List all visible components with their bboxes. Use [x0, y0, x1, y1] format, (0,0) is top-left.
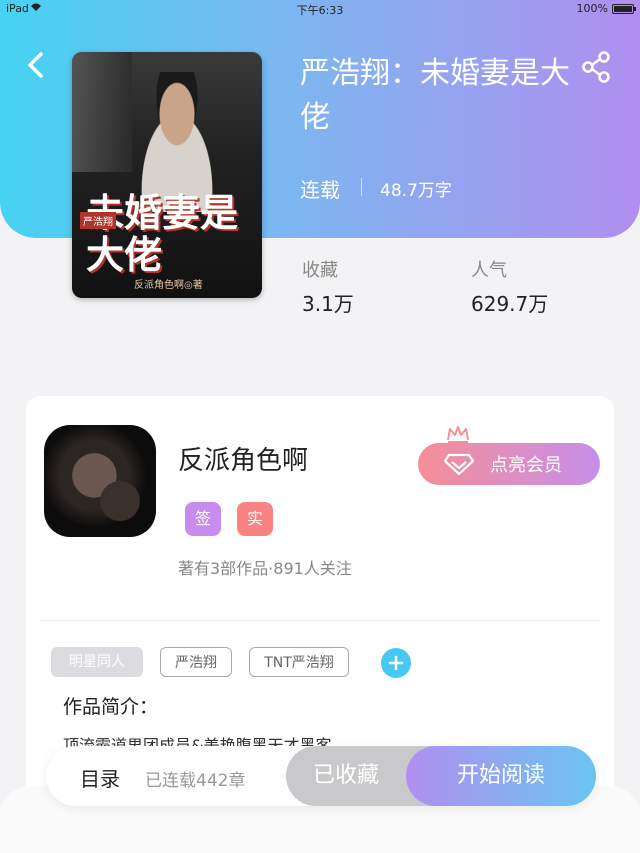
cover-title: 未婚妻是大佬 [86, 190, 239, 277]
cover-author: 反派角色啊◎著 [134, 280, 203, 291]
cover-series-tag: 严浩翔 [80, 212, 116, 229]
diamond-icon [444, 453, 474, 475]
word-count: 48.7万字 [380, 181, 452, 201]
status-bar: iPad 下午6:33 100% [0, 0, 640, 18]
divider [361, 178, 362, 196]
favorites-value: 3.1万 [302, 292, 354, 316]
book-cover[interactable]: 未婚妻是大佬 严浩翔 反派角色啊◎著 [72, 52, 262, 298]
add-tag-button[interactable] [381, 648, 411, 678]
popularity-value: 629.7万 [471, 292, 549, 316]
plus-icon [388, 655, 404, 671]
back-button[interactable] [20, 48, 54, 82]
popularity-label: 人气 [471, 260, 507, 281]
book-title: 严浩翔：未婚妻是大佬 [300, 56, 570, 135]
tag-item[interactable]: 明星同人 [51, 647, 143, 677]
chevron-left-icon [28, 52, 43, 78]
signed-badge: 签 [185, 502, 221, 536]
divider [40, 620, 600, 621]
verified-badge: 实 [237, 502, 273, 536]
toc-button[interactable]: 目录 [80, 763, 120, 792]
author-stats: 著有3部作品·891人关注 [178, 559, 352, 578]
vip-button-label: 点亮会员 [490, 455, 562, 476]
book-status: 连载 [300, 178, 340, 202]
favorites-label: 收藏 [302, 260, 338, 281]
chapter-count[interactable]: 已连载442章 [145, 766, 245, 791]
author-name[interactable]: 反派角色啊 [178, 440, 308, 477]
tag-item[interactable]: 严浩翔 [160, 647, 232, 677]
status-time: 下午6:33 [296, 4, 344, 17]
battery-icon [612, 3, 636, 14]
vip-button[interactable]: 点亮会员 [418, 443, 600, 485]
battery-percent: 100% [576, 2, 608, 15]
tag-item[interactable]: TNT严浩翔 [249, 647, 349, 677]
author-avatar[interactable] [44, 425, 156, 537]
start-reading-button[interactable]: 开始阅读 [406, 746, 596, 806]
crown-icon [447, 426, 469, 443]
share-button[interactable] [580, 50, 614, 84]
share-icon [582, 51, 610, 83]
intro-heading: 作品简介： [63, 696, 159, 718]
